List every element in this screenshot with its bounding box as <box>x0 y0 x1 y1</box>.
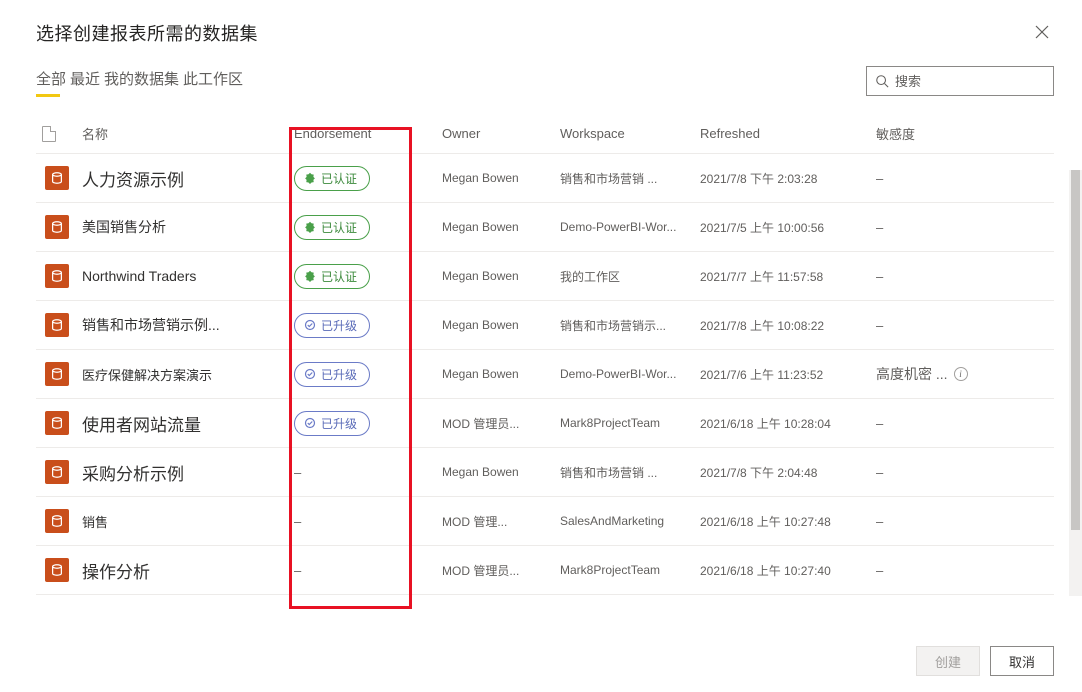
refreshed-cell: 2021/6/18 上午 10:27:48 <box>700 513 876 530</box>
table-row[interactable]: 使用者网站流量 已升级 MOD 管理员...Mark8ProjectTeam2021… <box>36 399 1054 448</box>
dataset-icon <box>45 509 69 533</box>
owner-cell: MOD 管理... <box>442 513 560 530</box>
workspace-cell: Mark8ProjectTeam <box>560 563 700 577</box>
endorsement-badge-certified: 已认证 <box>294 264 370 289</box>
sensitivity-cell: 高度机密 ... <box>876 364 948 384</box>
header-owner[interactable]: Owner <box>442 126 560 141</box>
table-row[interactable]: 医疗保健解决方案演示 已升级 Megan BowenDemo-PowerBI-Wor… <box>36 350 1054 399</box>
refreshed-cell: 2021/7/6 上午 11:23:52 <box>700 366 876 383</box>
endorsement-none: – <box>294 465 301 480</box>
header-refreshed[interactable]: Refreshed <box>700 126 876 141</box>
dialog-title: 选择创建报表所需的数据集 <box>36 20 1054 46</box>
cancel-button[interactable]: 取消 <box>990 646 1054 676</box>
workspace-cell: 销售和市场营销 ... <box>560 170 700 187</box>
dataset-icon <box>45 558 69 582</box>
dataset-icon <box>45 166 69 190</box>
endorsement-badge-certified: 已认证 <box>294 166 370 191</box>
dataset-icon <box>45 215 69 239</box>
tab-0[interactable]: 全部 <box>36 68 66 95</box>
owner-cell: Megan Bowen <box>442 269 560 283</box>
scrollbar[interactable] <box>1069 170 1082 596</box>
dataset-icon <box>45 460 69 484</box>
sensitivity-cell: – <box>876 318 883 333</box>
refreshed-cell: 2021/7/5 上午 10:00:56 <box>700 219 876 236</box>
sensitivity-cell: – <box>876 220 883 235</box>
owner-cell: MOD 管理员... <box>442 562 560 579</box>
workspace-cell: Demo-PowerBI-Wor... <box>560 220 700 234</box>
owner-cell: Megan Bowen <box>442 465 560 479</box>
sensitivity-cell: – <box>876 171 883 186</box>
info-icon[interactable]: i <box>954 367 968 381</box>
workspace-cell: SalesAndMarketing <box>560 514 700 528</box>
header-type-icon <box>36 126 78 142</box>
filter-tabs: 全部最近我的数据集此工作区 <box>36 68 243 95</box>
tab-2[interactable]: 我的数据集 <box>104 68 179 95</box>
search-input[interactable] <box>895 74 1045 89</box>
workspace-cell: Mark8ProjectTeam <box>560 416 700 430</box>
header-name[interactable]: 名称 <box>78 124 294 143</box>
table-row[interactable]: 操作分析 – MOD 管理员...Mark8ProjectTeam2021/6/18… <box>36 546 1054 595</box>
tab-1[interactable]: 最近 <box>70 68 100 95</box>
endorsement-badge-promoted: 已升级 <box>294 411 370 436</box>
owner-cell: Megan Bowen <box>442 220 560 234</box>
workspace-cell: Demo-PowerBI-Wor... <box>560 367 700 381</box>
endorsement-none: – <box>294 514 301 529</box>
refreshed-cell: 2021/6/18 上午 10:27:40 <box>700 562 876 579</box>
sensitivity-cell: – <box>876 416 883 431</box>
dataset-name: 操作分析 <box>82 563 150 582</box>
dataset-icon <box>45 362 69 386</box>
dataset-icon <box>45 411 69 435</box>
refreshed-cell: 2021/6/18 上午 10:28:04 <box>700 415 876 432</box>
dataset-name: 采购分析示例 <box>82 465 184 484</box>
header-workspace[interactable]: Workspace <box>560 126 700 141</box>
dataset-name: Northwind Traders <box>82 268 196 284</box>
table-row[interactable]: 销售 – MOD 管理...SalesAndMarketing2021/6/18 上… <box>36 497 1054 546</box>
workspace-cell: 我的工作区 <box>560 268 700 285</box>
workspace-cell: 销售和市场营销 ... <box>560 464 700 481</box>
close-button[interactable] <box>1032 22 1052 42</box>
sensitivity-cell: – <box>876 269 883 284</box>
owner-cell: Megan Bowen <box>442 318 560 332</box>
endorsement-none: – <box>294 563 301 578</box>
dataset-name: 使用者网站流量 <box>82 416 201 435</box>
table-row[interactable]: 采购分析示例 – Megan Bowen销售和市场营销 ...2021/7/8 下午… <box>36 448 1054 497</box>
table-row[interactable]: 美国销售分析 已认证 Megan BowenDemo-PowerBI-Wor...2… <box>36 203 1054 252</box>
scrollbar-thumb[interactable] <box>1071 170 1080 530</box>
endorsement-badge-certified: 已认证 <box>294 215 370 240</box>
dataset-name: 人力资源示例 <box>82 171 184 190</box>
sensitivity-cell: – <box>876 465 883 480</box>
endorsement-badge-promoted: 已升级 <box>294 313 370 338</box>
search-box[interactable] <box>866 66 1054 96</box>
search-icon <box>875 74 889 88</box>
dataset-name: 医疗保健解决方案演示 <box>82 368 212 383</box>
dataset-icon <box>45 264 69 288</box>
refreshed-cell: 2021/7/8 上午 10:08:22 <box>700 317 876 334</box>
refreshed-cell: 2021/7/8 下午 2:04:48 <box>700 464 876 481</box>
header-sensitivity[interactable]: 敏感度 <box>876 124 1026 143</box>
refreshed-cell: 2021/7/8 下午 2:03:28 <box>700 170 876 187</box>
dataset-name: 销售和市场营销示例... <box>82 317 220 333</box>
owner-cell: Megan Bowen <box>442 171 560 185</box>
table-header: 名称 Endorsement Owner Workspace Refreshed… <box>36 114 1054 154</box>
header-endorsement[interactable]: Endorsement <box>294 126 442 141</box>
owner-cell: Megan Bowen <box>442 367 560 381</box>
sensitivity-cell: – <box>876 514 883 529</box>
table-row[interactable]: 销售和市场营销示例... 已升级 Megan Bowen销售和市场营销示...202… <box>36 301 1054 350</box>
table-row[interactable]: Northwind Traders 已认证 Megan Bowen我的工作区2021… <box>36 252 1054 301</box>
sensitivity-cell: – <box>876 563 883 578</box>
dataset-icon <box>45 313 69 337</box>
refreshed-cell: 2021/7/7 上午 11:57:58 <box>700 268 876 285</box>
owner-cell: MOD 管理员... <box>442 415 560 432</box>
workspace-cell: 销售和市场营销示... <box>560 317 700 334</box>
create-button[interactable]: 创建 <box>916 646 980 676</box>
table-row[interactable]: 人力资源示例 已认证 Megan Bowen销售和市场营销 ...2021/7/8 … <box>36 154 1054 203</box>
dataset-name: 美国销售分析 <box>82 219 166 235</box>
endorsement-badge-promoted: 已升级 <box>294 362 370 387</box>
dataset-name: 销售 <box>82 515 108 530</box>
tab-3[interactable]: 此工作区 <box>183 68 243 95</box>
